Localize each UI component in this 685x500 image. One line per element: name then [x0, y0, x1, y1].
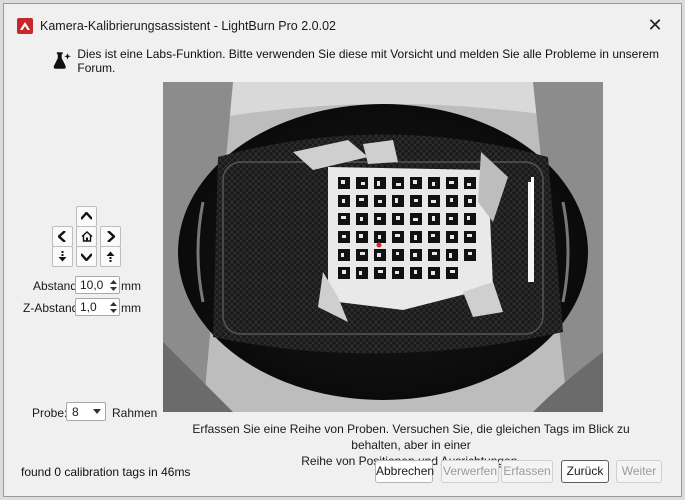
chevron-down-icon: [93, 409, 101, 414]
jog-left-button[interactable]: [52, 226, 73, 247]
camera-image: [163, 82, 603, 412]
spin-down-icon[interactable]: [108, 307, 118, 314]
verwerfen-button[interactable]: Verwerfen: [441, 460, 499, 483]
arrow-left-icon: [58, 231, 66, 242]
z-down-button[interactable]: [52, 246, 73, 267]
z-abstand-value: 1,0: [80, 300, 97, 314]
abstand-unit: mm: [121, 279, 141, 293]
z-abstand-label: Z-Abstand: [23, 301, 79, 315]
status-text: found 0 calibration tags in 46ms: [21, 465, 191, 479]
abstand-spinbox[interactable]: 10,0: [75, 276, 120, 294]
z-abstand-spinbox[interactable]: 1,0: [75, 298, 120, 316]
arrow-up-icon: [81, 212, 92, 220]
abstand-label: Abstand: [33, 279, 78, 293]
jog-home-button[interactable]: [76, 226, 97, 247]
rahmen-label: Rahmen: [112, 406, 158, 420]
probe-value: 8: [72, 405, 79, 419]
calibration-dialog: Kamera-Kalibrierungsassistent - LightBur…: [3, 3, 682, 497]
jog-down-button[interactable]: [76, 246, 97, 267]
spin-up-icon[interactable]: [108, 278, 118, 285]
probe-label: Probe:: [32, 406, 68, 420]
jog-up-button[interactable]: [76, 206, 97, 227]
labs-banner-text: Dies ist eine Labs-Funktion. Bitte verwe…: [77, 47, 660, 75]
z-down-icon: [58, 251, 67, 262]
lightburn-app-icon: [17, 18, 33, 34]
instructions-line-1: Erfassen Sie eine Reihe von Proben. Vers…: [192, 422, 630, 452]
window-title: Kamera-Kalibrierungsassistent - LightBur…: [40, 19, 336, 33]
flask-sparkle-icon: [53, 52, 71, 69]
z-up-button[interactable]: [100, 246, 121, 267]
labs-banner: Dies ist eine Labs-Funktion. Bitte verwe…: [52, 47, 681, 75]
camera-preview: [163, 82, 603, 412]
probe-select[interactable]: 8: [66, 402, 106, 421]
abstand-stepper[interactable]: [108, 278, 118, 292]
spin-up-icon[interactable]: [108, 300, 118, 307]
arrow-down-icon: [81, 253, 92, 261]
z-up-icon: [106, 251, 115, 262]
z-abstand-stepper[interactable]: [108, 300, 118, 314]
weiter-button[interactable]: Weiter: [616, 460, 662, 483]
erfassen-button[interactable]: Erfassen: [501, 460, 553, 483]
arrow-right-icon: [107, 231, 115, 242]
close-button[interactable]: ✕: [643, 13, 667, 37]
home-icon: [81, 231, 92, 242]
abstand-value: 10,0: [80, 278, 104, 292]
spin-down-icon[interactable]: [108, 285, 118, 292]
zurueck-button[interactable]: Zurück: [561, 460, 609, 483]
jog-right-button[interactable]: [100, 226, 121, 247]
abbrechen-button[interactable]: Abbrechen: [375, 460, 434, 483]
title-bar: Kamera-Kalibrierungsassistent - LightBur…: [4, 4, 681, 48]
z-abstand-unit: mm: [121, 301, 141, 315]
